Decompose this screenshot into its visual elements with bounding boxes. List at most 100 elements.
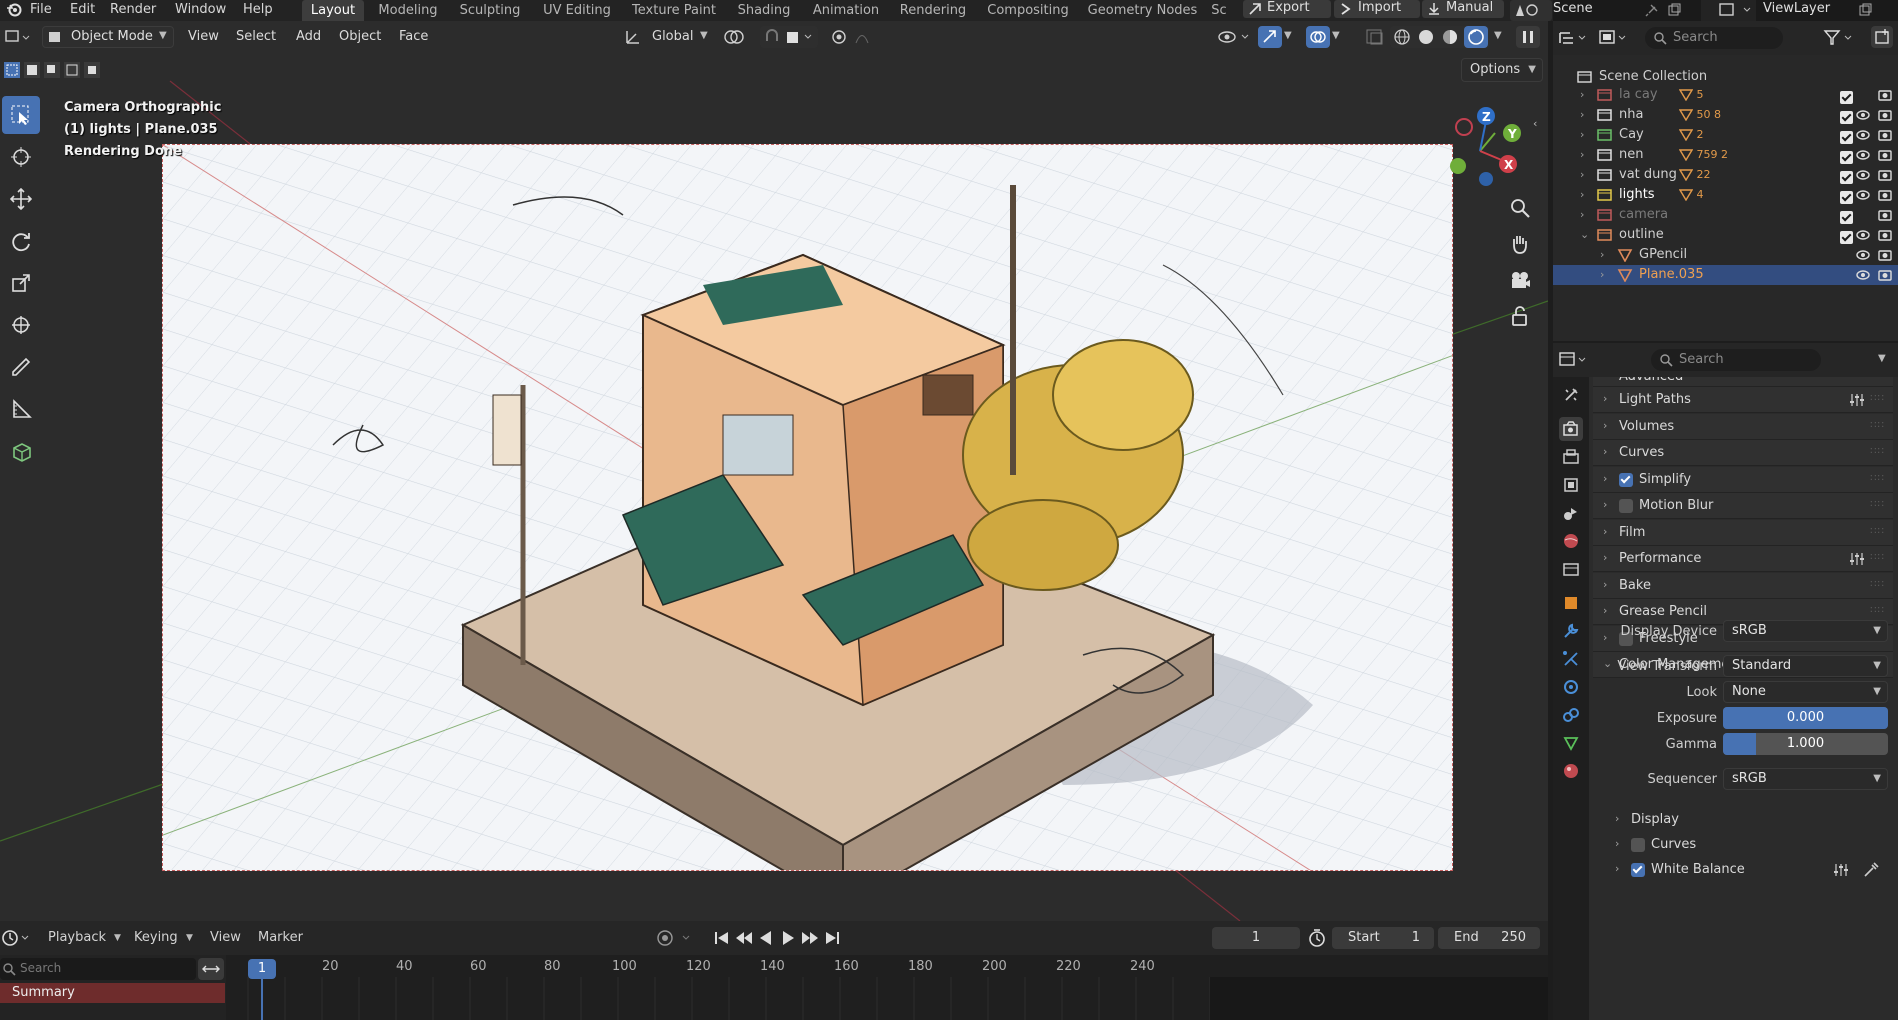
outliner-row-lights[interactable]: › lights 4 <box>1553 185 1898 205</box>
viewlayer-name-field[interactable]: ViewLayer <box>1756 0 1898 21</box>
properties-editor-type-icon[interactable] <box>1557 350 1591 370</box>
transform-orientation-label[interactable]: Global <box>652 29 693 44</box>
menu-window[interactable]: Window <box>175 0 226 21</box>
pivot-point-icon[interactable] <box>722 28 756 46</box>
subpanel-enable-checkbox[interactable] <box>1631 838 1645 852</box>
menu-face[interactable]: Face <box>399 29 428 44</box>
pin-icon[interactable] <box>1645 3 1659 17</box>
menu-add[interactable]: Add <box>296 29 321 44</box>
drag-handle-icon[interactable]: ∷∷ <box>1870 420 1885 431</box>
panel-curves[interactable]: › Curves ∷∷ <box>1593 440 1893 466</box>
pause-render-icon[interactable] <box>1516 26 1540 48</box>
3d-viewport[interactable]: Object Mode ▼ View Select Add Object Fac… <box>0 21 1548 921</box>
render-visibility-icon[interactable] <box>1877 265 1893 288</box>
view-transform-dropdown[interactable]: Standard ▼ <box>1723 655 1888 677</box>
drag-handle-icon[interactable]: ∷∷ <box>1870 605 1885 616</box>
lock-camera-icon[interactable] <box>1508 304 1532 328</box>
presets-icon[interactable] <box>1849 392 1865 408</box>
child-objects-indicator[interactable]: 759 2 <box>1679 145 1728 165</box>
options-dropdown[interactable]: Options ▼ <box>1461 58 1543 82</box>
menu-select[interactable]: Select <box>236 29 276 44</box>
play-reverse-icon[interactable] <box>756 928 776 948</box>
outliner-editor-type-icon[interactable] <box>1557 28 1591 48</box>
panel-film[interactable]: › Film ∷∷ <box>1593 519 1893 546</box>
mode-selector[interactable]: Object Mode ▼ <box>42 26 174 48</box>
outliner-search-input[interactable]: Search <box>1645 27 1783 49</box>
chevron-right-icon[interactable]: › <box>1580 105 1584 125</box>
measure-tool-icon[interactable] <box>2 390 40 428</box>
display-device-dropdown[interactable]: sRGB ▼ <box>1723 620 1888 642</box>
export-button[interactable]: Export <box>1243 0 1331 18</box>
xray-toggle-icon[interactable] <box>1364 26 1386 48</box>
child-objects-indicator[interactable]: 22 <box>1679 165 1711 185</box>
object-tab-icon[interactable] <box>1559 591 1583 615</box>
drag-handle-icon[interactable]: ∷∷ <box>1870 552 1885 563</box>
cursor-tool-icon[interactable] <box>2 138 40 176</box>
particles-tab-icon[interactable] <box>1559 647 1583 671</box>
chevron-down-icon[interactable]: ▼ <box>1878 353 1886 364</box>
panel-motion-blur[interactable]: › Motion Blur ∷∷ <box>1593 493 1893 519</box>
transform-tool-icon[interactable] <box>2 306 40 344</box>
panel-enable-checkbox[interactable] <box>1619 472 1633 487</box>
rotate-tool-icon[interactable] <box>2 222 40 260</box>
manual-button[interactable]: Manual <box>1422 0 1504 18</box>
viewlayer-selector-icon[interactable] <box>1716 0 1756 21</box>
exclude-checkbox[interactable] <box>1840 231 1853 244</box>
frame-ruler[interactable]: 20 40 60 80 100 120 140 160 180 200 220 … <box>226 955 1548 1020</box>
tab-texture-paint[interactable]: Texture Paint <box>626 0 722 21</box>
panel-bake[interactable]: › Bake ∷∷ <box>1593 572 1893 599</box>
gamma-slider[interactable]: 1.000 <box>1723 733 1888 755</box>
menu-view[interactable]: View <box>188 29 219 44</box>
outliner-row-cay[interactable]: › Cay 2 <box>1553 125 1898 145</box>
child-objects-indicator[interactable]: 2 <box>1679 125 1704 145</box>
outliner-row-plane-035[interactable]: › Plane.035 <box>1553 265 1898 285</box>
dopesheet-summary-row[interactable]: Summary <box>0 983 225 1003</box>
subpanel-white-balance[interactable]: › White Balance <box>1609 857 1893 883</box>
gizmo-toggle-icon[interactable] <box>1258 26 1282 48</box>
menu-object[interactable]: Object <box>339 29 381 44</box>
chevron-right-icon[interactable]: › <box>1580 145 1584 165</box>
import-button[interactable]: Import <box>1334 0 1420 18</box>
tab-scripting[interactable]: Sc <box>1206 0 1232 21</box>
swap-arrows-icon[interactable] <box>198 958 224 980</box>
properties-search-input[interactable]: Search <box>1651 349 1821 371</box>
chevron-right-icon[interactable]: › <box>1580 85 1584 105</box>
navigation-gizmo[interactable]: Z Y X <box>1440 101 1530 191</box>
tab-shading[interactable]: Shading <box>731 0 797 21</box>
drag-handle-icon[interactable]: ∷∷ <box>1870 393 1885 404</box>
drag-handle-icon[interactable]: ∷∷ <box>1870 579 1885 590</box>
view-layer-tab-icon[interactable] <box>1559 473 1583 497</box>
timeline-editor-type-icon[interactable] <box>0 928 34 948</box>
outliner-row-outline[interactable]: ⌄ outline <box>1553 225 1898 245</box>
outliner-row-nen[interactable]: › nen 759 2 <box>1553 145 1898 165</box>
render-tab-icon[interactable] <box>1559 417 1583 441</box>
play-icon[interactable] <box>778 928 798 948</box>
presets-icon[interactable] <box>1849 551 1865 567</box>
filter-icon[interactable] <box>1823 28 1857 48</box>
scale-tool-icon[interactable] <box>2 264 40 302</box>
presets-icon[interactable] <box>1833 862 1849 878</box>
visibility-options-icon[interactable] <box>1216 26 1256 48</box>
proportional-editing-icon[interactable] <box>828 26 888 48</box>
panel-advanced[interactable]: Advanced <box>1593 377 1893 387</box>
material-tab-icon[interactable] <box>1559 759 1583 783</box>
chevron-right-icon[interactable]: › <box>1600 265 1604 285</box>
annotate-tool-icon[interactable] <box>2 348 40 386</box>
exclude-checkbox[interactable] <box>1840 171 1853 184</box>
exclude-checkbox[interactable] <box>1840 91 1853 104</box>
chevron-right-icon[interactable]: › <box>1580 165 1584 185</box>
eye-visibility-icon[interactable] <box>1855 265 1871 288</box>
child-objects-indicator[interactable]: 50 8 <box>1679 105 1721 125</box>
transform-orientation-icon[interactable] <box>624 28 642 46</box>
camera-view-icon[interactable] <box>1508 268 1532 292</box>
eyedropper-icon[interactable] <box>1863 862 1879 878</box>
outliner-row-camera[interactable]: › camera <box>1553 205 1898 225</box>
exclude-checkbox[interactable] <box>1840 211 1853 224</box>
exposure-slider[interactable]: 0.000 <box>1723 707 1888 729</box>
drag-handle-icon[interactable]: ∷∷ <box>1870 446 1885 457</box>
panel-volumes[interactable]: › Volumes ∷∷ <box>1593 413 1893 440</box>
outliner-row-nha[interactable]: › nha 50 8 <box>1553 105 1898 125</box>
new-collection-icon[interactable] <box>1871 26 1893 48</box>
zoom-icon[interactable] <box>1508 196 1532 220</box>
tab-uv-editing[interactable]: UV Editing <box>537 0 617 21</box>
